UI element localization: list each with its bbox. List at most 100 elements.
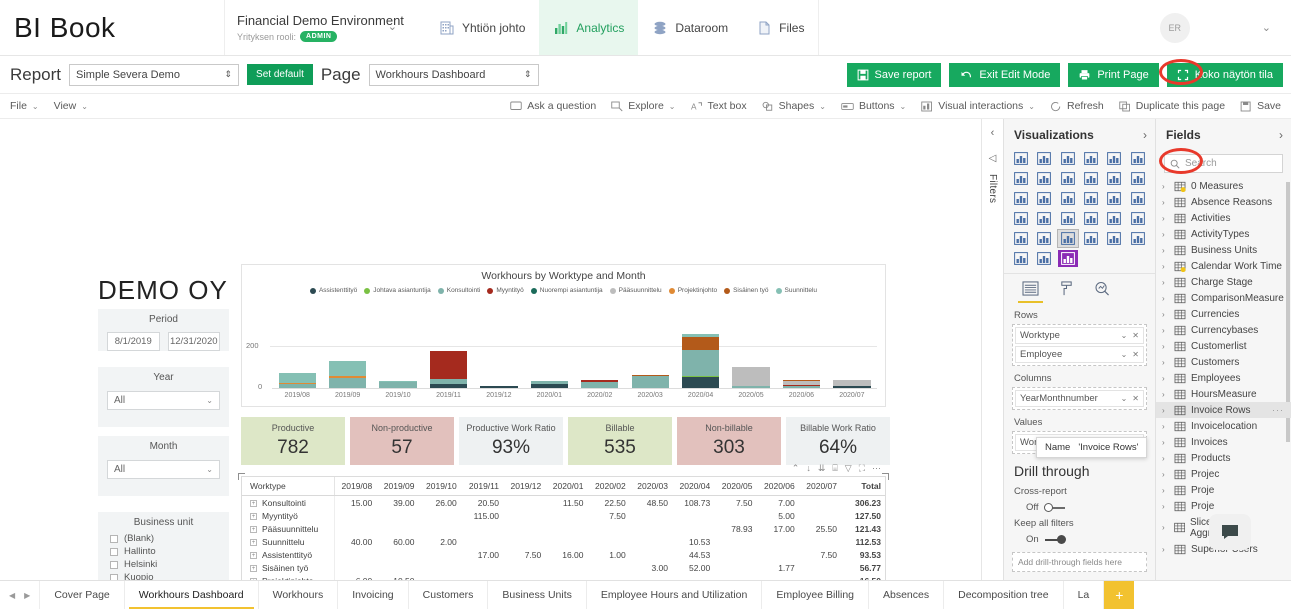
prev-page-icon[interactable]: ◀ [9,591,15,600]
stacked-area-chart-icon[interactable] [1058,170,1078,187]
field-table-row[interactable]: › Activities [1156,210,1291,226]
matrix-col-header[interactable]: 2020/06 [756,477,799,496]
field-table-row[interactable]: › Invoicelocation [1156,418,1291,434]
bar-column[interactable] [474,323,524,388]
treemap-icon[interactable] [1128,190,1148,207]
multirow-card-icon[interactable] [1104,210,1124,227]
expand-right-icon[interactable]: › [1279,128,1283,142]
page-tab[interactable]: Business Units [488,581,587,609]
checkbox[interactable] [110,560,118,569]
app-logo[interactable]: BI Book [0,0,225,55]
bar-segment[interactable] [328,378,367,388]
scatter-chart-icon[interactable] [1058,190,1078,207]
hundred-stacked-column-chart-icon[interactable] [1128,150,1148,167]
bar-column[interactable] [675,323,725,388]
bar-column[interactable] [726,323,776,388]
clustered-column-chart-icon[interactable] [1081,150,1101,167]
kpi-card[interactable]: Billable 535 [568,417,672,465]
fields-search[interactable]: Search [1164,154,1283,173]
chevron-right-icon[interactable]: › [1162,326,1169,335]
stacked-bar[interactable] [530,381,568,388]
bar-segment[interactable] [681,349,720,377]
pie-chart-icon[interactable] [1081,190,1101,207]
line-clustered-column-icon[interactable] [1104,170,1124,187]
python-visual-icon[interactable] [1034,250,1054,267]
worktype-matrix[interactable]: ⌃ ↓ ⇊ ⌸ ▽ ⛶ ⋯ Worktype 2019/08 2019/09 2019… [238,463,889,580]
cross-report-toggle[interactable]: Off [1004,499,1155,516]
add-page-button[interactable]: + [1104,581,1135,609]
slicer-month[interactable]: Month All ⌄ [98,436,229,496]
chip-controls[interactable]: ⌄✕ [1121,394,1139,403]
legend-item[interactable]: Johtava asiantuntija [364,287,431,294]
kpi-card[interactable]: Non-billable 303 [677,417,781,465]
qna-icon[interactable] [1128,230,1148,247]
matrix-col-header[interactable]: 2020/07 [798,477,841,496]
table-row[interactable]: + Pääsuunnittelu 78.93 17.00 25.50 121.43 [242,522,885,535]
drill-up-icon[interactable]: ⌃ [792,463,800,474]
page-tab[interactable]: La [1064,581,1105,609]
chip-controls[interactable]: ⌄✕ [1121,331,1139,340]
matrix-col-header[interactable]: Worktype [242,477,335,496]
stacked-bar[interactable] [429,350,468,388]
bar-segment[interactable] [681,336,720,350]
field-chip[interactable]: Worktype ⌄ ✕ [1015,327,1144,344]
collapse-left-icon[interactable]: ‹ [991,127,995,139]
ribbon-visual-interactions[interactable]: Visual interactions ⌄ [921,100,1035,112]
field-table-row[interactable]: › Business Units [1156,242,1291,258]
drill-mode-icon[interactable]: ⌸ [832,463,837,474]
nav-item-yhtion-johto[interactable]: Yhtiön johto [425,0,539,55]
ribbon-ask-a-question[interactable]: Ask a question [510,100,596,112]
ribbon-buttons[interactable]: Buttons ⌄ [841,100,906,112]
keep-all-filters-toggle[interactable]: On [1004,531,1155,548]
visual-header-icons[interactable]: ⌃ ↓ ⇊ ⌸ ▽ ⛶ ⋯ [792,463,881,474]
stacked-bar[interactable] [782,380,821,388]
table-icon[interactable] [1034,230,1054,247]
card-icon[interactable] [1081,210,1101,227]
field-table-row[interactable]: › Invoices [1156,434,1291,450]
period-start-input[interactable]: 8/1/2019 [107,332,160,351]
fullscreen-button[interactable]: Koko näytön tila [1166,62,1283,87]
stacked-bar-chart-icon[interactable] [1011,150,1031,167]
field-table-row[interactable]: › Proje [1156,482,1291,498]
stacked-bar[interactable] [328,360,367,388]
chevron-right-icon[interactable]: › [1162,390,1169,399]
bar-segment[interactable] [278,373,316,383]
save-report-button[interactable]: Save report [846,62,942,87]
matrix-row-header[interactable]: + Sisäinen työ [242,561,335,574]
matrix-col-header-total[interactable]: Total [841,477,885,496]
matrix-col-header[interactable]: 2019/10 [418,477,461,496]
well-dropzone[interactable]: YearMonthnumber ⌄ ✕ [1012,387,1147,410]
matrix-col-header[interactable]: 2019/11 [460,477,503,496]
chevron-right-icon[interactable]: › [1162,422,1169,431]
donut-chart-icon[interactable] [1104,190,1124,207]
page-tab[interactable]: Customers [409,581,489,609]
chip-controls[interactable]: ⌄✕ [1121,350,1139,359]
user-menu-chevron-down-icon[interactable]: ⌄ [1262,21,1271,34]
bar-segment[interactable] [732,366,770,387]
next-page-icon[interactable]: ▶ [24,591,30,600]
legend-item[interactable]: Konsultointi [437,287,480,294]
page-tab[interactable]: Invoicing [338,581,409,609]
page-tab[interactable]: Cover Page [40,581,125,609]
matrix-row-header[interactable]: + Assistenttityö [242,548,335,561]
field-chip[interactable]: YearMonthnumber ⌄ ✕ [1015,390,1144,407]
stacked-bar[interactable] [631,375,669,388]
matrix-col-header[interactable]: 2019/12 [503,477,546,496]
matrix-col-header[interactable]: 2020/02 [587,477,630,496]
slicer-business-unit[interactable]: Business unit (Blank) Hallinto Helsinki Kuo… [98,512,229,580]
stacked-bar[interactable] [278,373,316,388]
table-row[interactable]: + Sisäinen työ 3.00 52.00 1.77 56.77 [242,561,885,574]
print-page-button[interactable]: Print Page [1068,62,1159,87]
waterfall-chart-icon[interactable] [1011,190,1031,207]
matrix-row-header[interactable]: + Myyntityö [242,509,335,522]
business-unit-option[interactable]: Kuopio [98,571,229,580]
chevron-down-icon[interactable]: ⌄ [1121,394,1128,403]
field-table-row[interactable]: › Currencybases [1156,322,1291,338]
expand-icon[interactable]: ⇊ [818,463,826,474]
kpi-icon[interactable] [1128,210,1148,227]
chevron-right-icon[interactable]: › [1162,438,1169,447]
filter-icon[interactable]: ▽ [845,463,852,474]
chevron-right-icon[interactable]: › [1162,454,1169,463]
page-tab[interactable]: Decomposition tree [944,581,1064,609]
drill-through-dropzone[interactable]: Add drill-through fields here [1012,552,1147,572]
